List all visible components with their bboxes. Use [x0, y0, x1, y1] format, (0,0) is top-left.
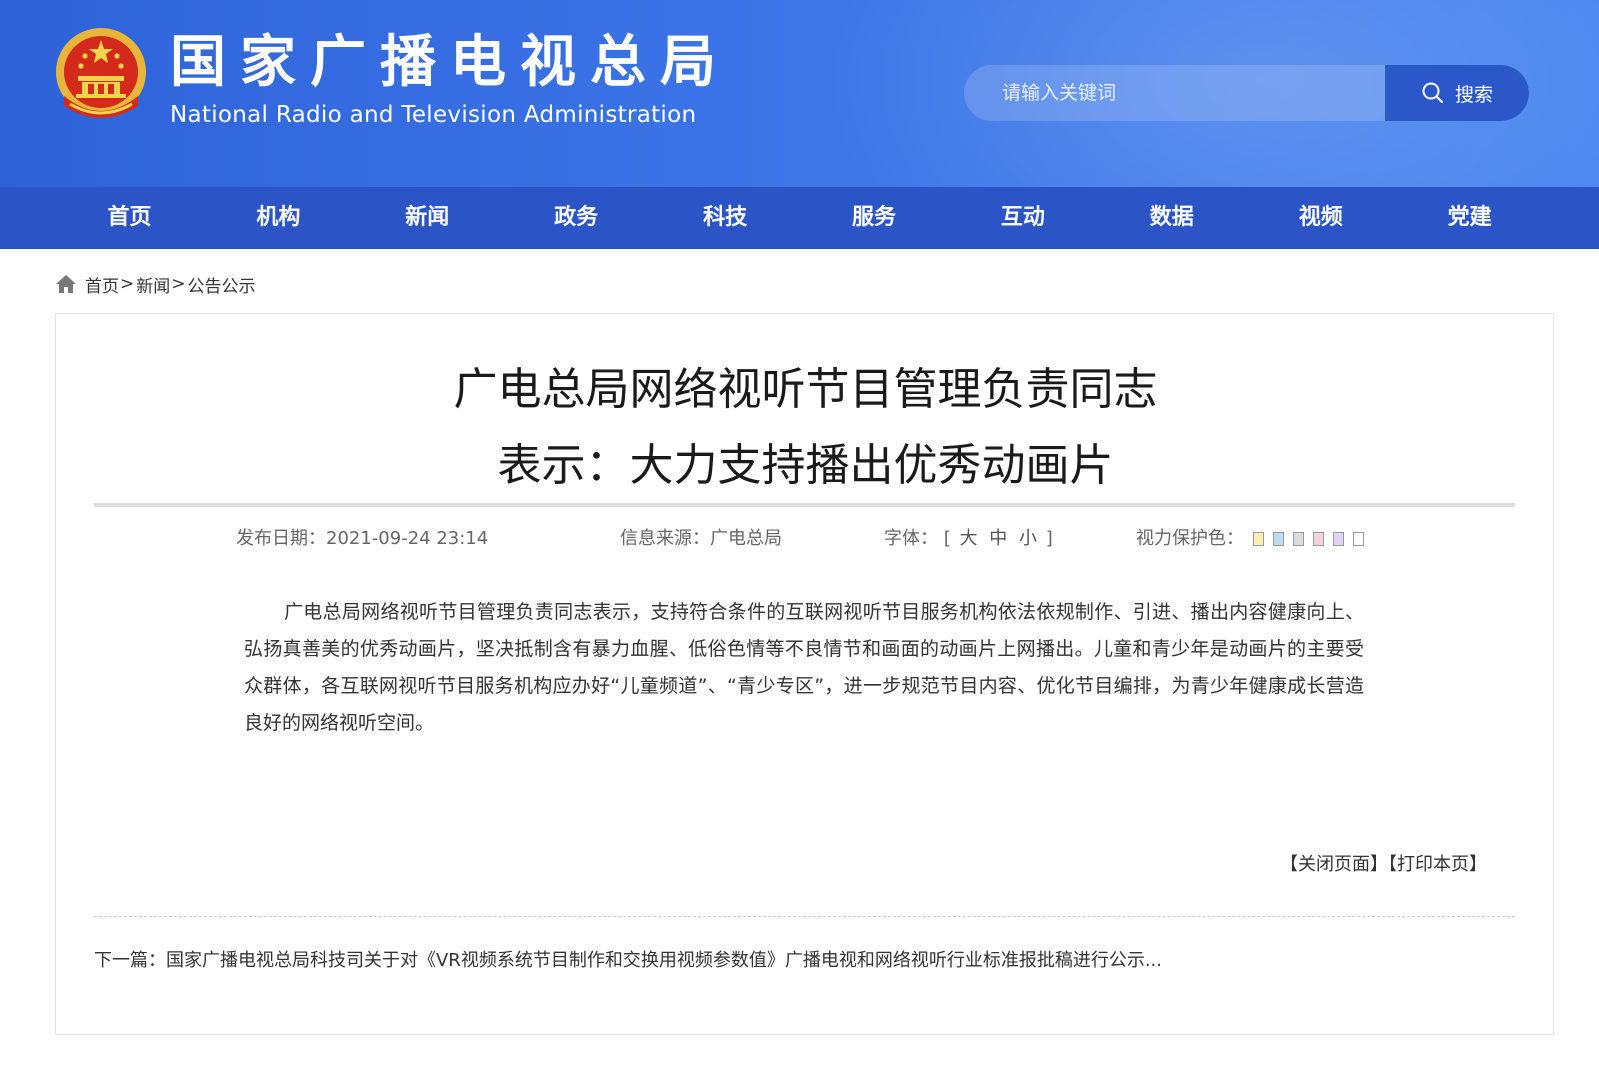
article-title-line-1: 广电总局网络视听节目管理负责同志 — [453, 364, 1158, 415]
breadcrumb-announcements[interactable]: 公告公示 — [188, 272, 256, 297]
home-icon — [56, 275, 76, 293]
search-box: 搜索 — [964, 65, 1529, 121]
article-card: 广电总局网络视听节目管理负责同志 表示：大力支持播出优秀动画片 发布日期：202… — [55, 313, 1554, 1035]
nav-item-technology[interactable]: 科技 — [651, 187, 800, 249]
next-article-label: 下一篇： — [94, 950, 166, 971]
breadcrumb-separator: > — [171, 274, 186, 294]
info-source-value: 广电总局 — [710, 528, 782, 549]
nav-item-organization[interactable]: 机构 — [204, 187, 353, 249]
publish-date: 发布日期：2021-09-24 23:14 — [236, 524, 488, 554]
font-size-large[interactable]: 大 — [960, 528, 978, 549]
breadcrumb-news[interactable]: 新闻 — [136, 272, 170, 297]
breadcrumb-home[interactable]: 首页 — [85, 272, 119, 297]
font-size-medium[interactable]: 中 — [989, 528, 1007, 549]
nav-item-government-affairs[interactable]: 政务 — [502, 187, 651, 249]
next-article-link[interactable]: 下一篇：国家广播电视总局科技司关于对《VR视频系统节目制作和交换用视频参数值》广… — [94, 946, 1162, 972]
article-title-line-2: 表示：大力支持播出优秀动画片 — [497, 440, 1114, 491]
font-size-control: 字体： [ 大 中 小 ] — [884, 524, 1053, 554]
national-emblem-icon[interactable] — [54, 26, 148, 126]
close-page-link[interactable]: 【关闭页面】 — [1280, 854, 1388, 875]
article-body: 广电总局网络视听节目管理负责同志表示，支持符合条件的互联网视听节目服务机构依法依… — [244, 601, 1364, 734]
nav-item-interaction[interactable]: 互动 — [948, 187, 1097, 249]
breadcrumb-separator: > — [120, 274, 135, 294]
eye-color-swatch-gray[interactable] — [1293, 532, 1304, 546]
eye-protection-label: 视力保护色： — [1136, 528, 1244, 549]
nav-item-home[interactable]: 首页 — [55, 187, 204, 249]
site-subtitle: National Radio and Television Administra… — [170, 102, 697, 128]
title-divider — [94, 503, 1515, 507]
publish-date-label: 发布日期： — [236, 528, 326, 549]
search-button-label: 搜索 — [1454, 83, 1493, 106]
footer-divider — [94, 916, 1515, 917]
font-size-small[interactable]: 小 — [1019, 528, 1037, 549]
search-input[interactable] — [964, 65, 1384, 121]
nav-item-news[interactable]: 新闻 — [353, 187, 502, 249]
publish-date-value: 2021-09-24 23:14 — [326, 528, 489, 549]
eye-color-swatch-white[interactable] — [1353, 532, 1364, 546]
info-source-label: 信息来源： — [620, 528, 710, 549]
article-title: 广电总局网络视听节目管理负责同志 表示：大力支持播出优秀动画片 — [56, 352, 1555, 504]
eye-protection-colors: 视力保护色： — [1136, 524, 1364, 554]
eye-color-swatch-purple[interactable] — [1333, 532, 1344, 546]
info-source: 信息来源：广电总局 — [620, 524, 782, 554]
nav-item-data[interactable]: 数据 — [1097, 187, 1246, 249]
font-bracket-open: [ — [943, 528, 951, 549]
nav-item-party-building[interactable]: 党建 — [1395, 187, 1544, 249]
nav-item-video[interactable]: 视频 — [1246, 187, 1395, 249]
site-title[interactable]: 国家广播电视总局 — [170, 30, 730, 96]
search-button[interactable]: 搜索 — [1385, 65, 1529, 121]
print-page-link[interactable]: 【打印本页】 — [1388, 854, 1487, 875]
font-bracket-close: ] — [1045, 528, 1053, 549]
breadcrumb: 首页 > 新闻 > 公告公示 — [55, 270, 256, 298]
article-actions: 【关闭页面】【打印本页】 — [1280, 850, 1487, 876]
nav-item-services[interactable]: 服务 — [800, 187, 949, 249]
font-size-label: 字体： — [884, 528, 938, 549]
eye-color-swatch-pink[interactable] — [1313, 532, 1324, 546]
site-header: 国家广播电视总局 National Radio and Television A… — [0, 0, 1599, 187]
eye-color-swatch-blue[interactable] — [1273, 532, 1284, 546]
article-meta: 发布日期：2021-09-24 23:14 信息来源：广电总局 字体： [ 大 … — [56, 524, 1555, 554]
search-icon — [1422, 82, 1444, 104]
eye-color-swatch-yellow[interactable] — [1253, 532, 1264, 546]
next-article-title[interactable]: 国家广播电视总局科技司关于对《VR视频系统节目制作和交换用视频参数值》广播电视和… — [166, 950, 1162, 971]
main-nav: 首页 机构 新闻 政务 科技 服务 互动 数据 视频 党建 — [0, 187, 1599, 249]
